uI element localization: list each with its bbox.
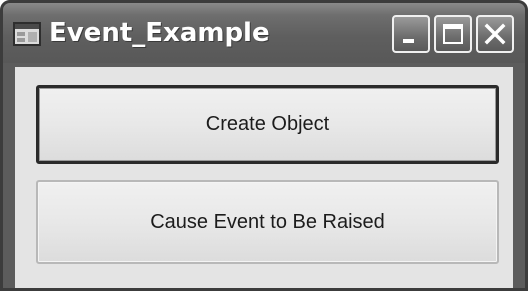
close-button[interactable] [476,15,514,53]
create-object-button-label: Create Object [205,113,330,135]
window-title: Event_Example [49,18,270,48]
cause-event-button-label: Cause Event to Be Raised [150,210,385,233]
app-form-icon[interactable] [13,22,41,46]
create-object-button[interactable]: Create Object [36,85,499,164]
cause-event-button[interactable]: Cause Event to Be Raised [36,180,499,264]
maximize-button[interactable] [434,15,472,53]
maximize-icon [443,24,463,44]
close-icon [484,23,506,45]
form-client-area: Create Object Cause Event to Be Raised [15,67,513,288]
minimize-button[interactable] [392,15,430,53]
app-window: Event_Example Create Object Cause Event … [0,0,528,291]
title-bar[interactable]: Event_Example [3,3,525,63]
minimize-icon [403,39,414,43]
